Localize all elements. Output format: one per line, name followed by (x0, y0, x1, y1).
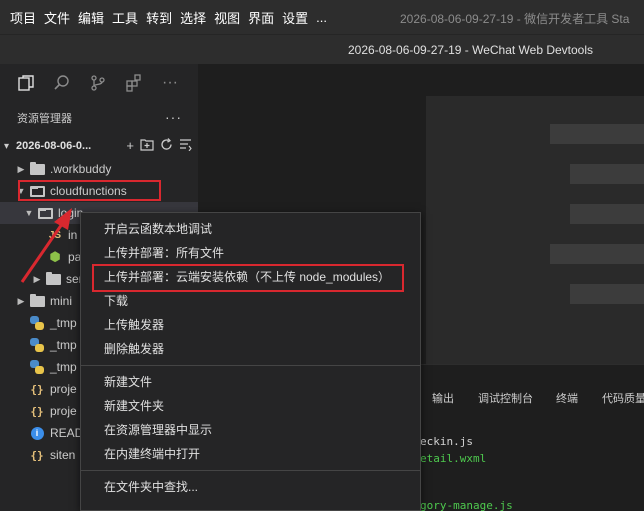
tree-item-label: proje (50, 404, 77, 418)
menu-separator (81, 365, 420, 366)
collapse-all-icon[interactable] (179, 138, 192, 154)
folder-icon (28, 161, 46, 175)
menu-settings[interactable]: 设置 (274, 8, 308, 27)
tree-item-label: proje (50, 382, 77, 396)
activity-bar: ··· (0, 64, 198, 102)
tree-item-label: _tmp (50, 316, 77, 330)
highlight-box-upload-cloud-install (92, 264, 404, 292)
menu-item-reveal-in-explorer[interactable]: 在资源管理器中显示 (81, 418, 420, 442)
menu-item-upload-all-files[interactable]: 上传并部署：所有文件 (81, 241, 420, 265)
tree-item-workbuddy[interactable]: ▶ .workbuddy (0, 158, 198, 180)
menu-selection[interactable]: 选择 (172, 8, 206, 27)
tree-item-label: siten (50, 448, 76, 462)
folder-open-icon (36, 207, 54, 219)
terminal-line: etail.wxml (420, 452, 487, 465)
tab-terminal[interactable]: 终端 (556, 390, 578, 406)
menu-item-new-folder[interactable]: 新建文件夹 (81, 394, 420, 418)
python-icon (28, 360, 46, 374)
menu-item-start-local-debug[interactable]: 开启云函数本地调试 (81, 217, 420, 241)
tree-item-label: _tmp (50, 360, 77, 374)
explorer-more-icon[interactable]: ··· (165, 109, 182, 125)
files-icon[interactable] (8, 65, 44, 101)
menu-project[interactable]: 项目 (0, 8, 36, 27)
tree-item-label: mini (50, 294, 73, 308)
terminal-line: eckin.js (420, 435, 473, 448)
project-name: 2026-08-06-0... (16, 140, 92, 152)
context-menu: 开启云函数本地调试 上传并部署：所有文件 上传并部署：云端安装依赖（不上传 no… (80, 212, 421, 511)
highlight-box-cloudfunctions (18, 180, 161, 201)
project-root[interactable]: ▾ 2026-08-06-0... + (0, 134, 198, 158)
tree-item-label: READ (50, 426, 84, 440)
package-icon: ⬢ (49, 249, 61, 264)
search-icon[interactable] (44, 65, 80, 101)
source-control-icon[interactable] (80, 65, 116, 101)
menu-edit[interactable]: 编辑 (70, 8, 104, 27)
menu-item-find-in-folder[interactable]: 在文件夹中查找... (81, 475, 420, 499)
python-icon (28, 316, 46, 330)
tree-item-label: _tmp (50, 338, 77, 352)
menu-view[interactable]: 视图 (206, 8, 240, 27)
new-folder-icon[interactable] (140, 138, 154, 154)
js-file-icon: JS (48, 229, 62, 241)
tree-item-label: .workbuddy (50, 162, 112, 176)
menu-item-new-file[interactable]: 新建文件 (81, 370, 420, 394)
chevron-right-icon: ▶ (17, 163, 25, 174)
chevron-right-icon: ▶ (33, 273, 41, 284)
menu-item-download[interactable]: 下载 (81, 289, 420, 313)
chevron-down-icon: ▼ (24, 208, 34, 218)
wechat-devtools-logo (426, 96, 644, 364)
python-icon (28, 338, 46, 352)
more-icon[interactable]: ··· (152, 65, 188, 101)
explorer-title: 资源管理器 (17, 113, 72, 125)
folder-icon (44, 271, 62, 285)
menu-more[interactable]: ... (308, 10, 327, 25)
json-icon: {} (30, 382, 44, 396)
menu-item-delete-trigger[interactable]: 删除触发器 (81, 337, 420, 361)
window-title-english: 2026-08-06-09-27-19 - WeChat Web Devtool… (348, 43, 594, 57)
window-title: 2026-08-06-09-27-19 - 微信开发者工具 Sta (400, 12, 630, 26)
tab-output[interactable]: 输出 (432, 390, 454, 406)
refresh-icon[interactable] (160, 138, 173, 154)
title-bar: 2026-08-06-09-27-19 - WeChat Web Devtool… (0, 34, 644, 64)
json-icon: {} (30, 404, 44, 418)
json-icon: {} (30, 448, 44, 462)
menu-bar: 项目 文件 编辑 工具 转到 选择 视图 界面 设置 ... 2026-08-0… (0, 0, 644, 34)
new-file-icon[interactable]: + (126, 138, 134, 154)
chevron-down-icon: ▾ (4, 140, 10, 152)
menu-item-upload-trigger[interactable]: 上传触发器 (81, 313, 420, 337)
project-actions: + (126, 138, 192, 154)
menu-goto[interactable]: 转到 (138, 8, 172, 27)
menu-file[interactable]: 文件 (36, 8, 70, 27)
tree-item-label: in (68, 228, 78, 242)
explorer-header: 资源管理器 ··· (0, 102, 198, 134)
menu-separator (81, 470, 420, 471)
terminal-line: gory-manage.js (420, 499, 513, 511)
menu-tools[interactable]: 工具 (104, 8, 138, 27)
menu-item-open-in-terminal[interactable]: 在内建终端中打开 (81, 442, 420, 466)
menu-interface[interactable]: 界面 (240, 8, 274, 27)
info-icon: i (28, 426, 46, 440)
folder-icon (28, 293, 46, 307)
tab-debug-console[interactable]: 调试控制台 (478, 390, 533, 406)
tab-code-quality[interactable]: 代码质量 (602, 390, 644, 406)
chevron-right-icon: ▶ (17, 295, 25, 306)
extensions-icon[interactable] (116, 65, 152, 101)
